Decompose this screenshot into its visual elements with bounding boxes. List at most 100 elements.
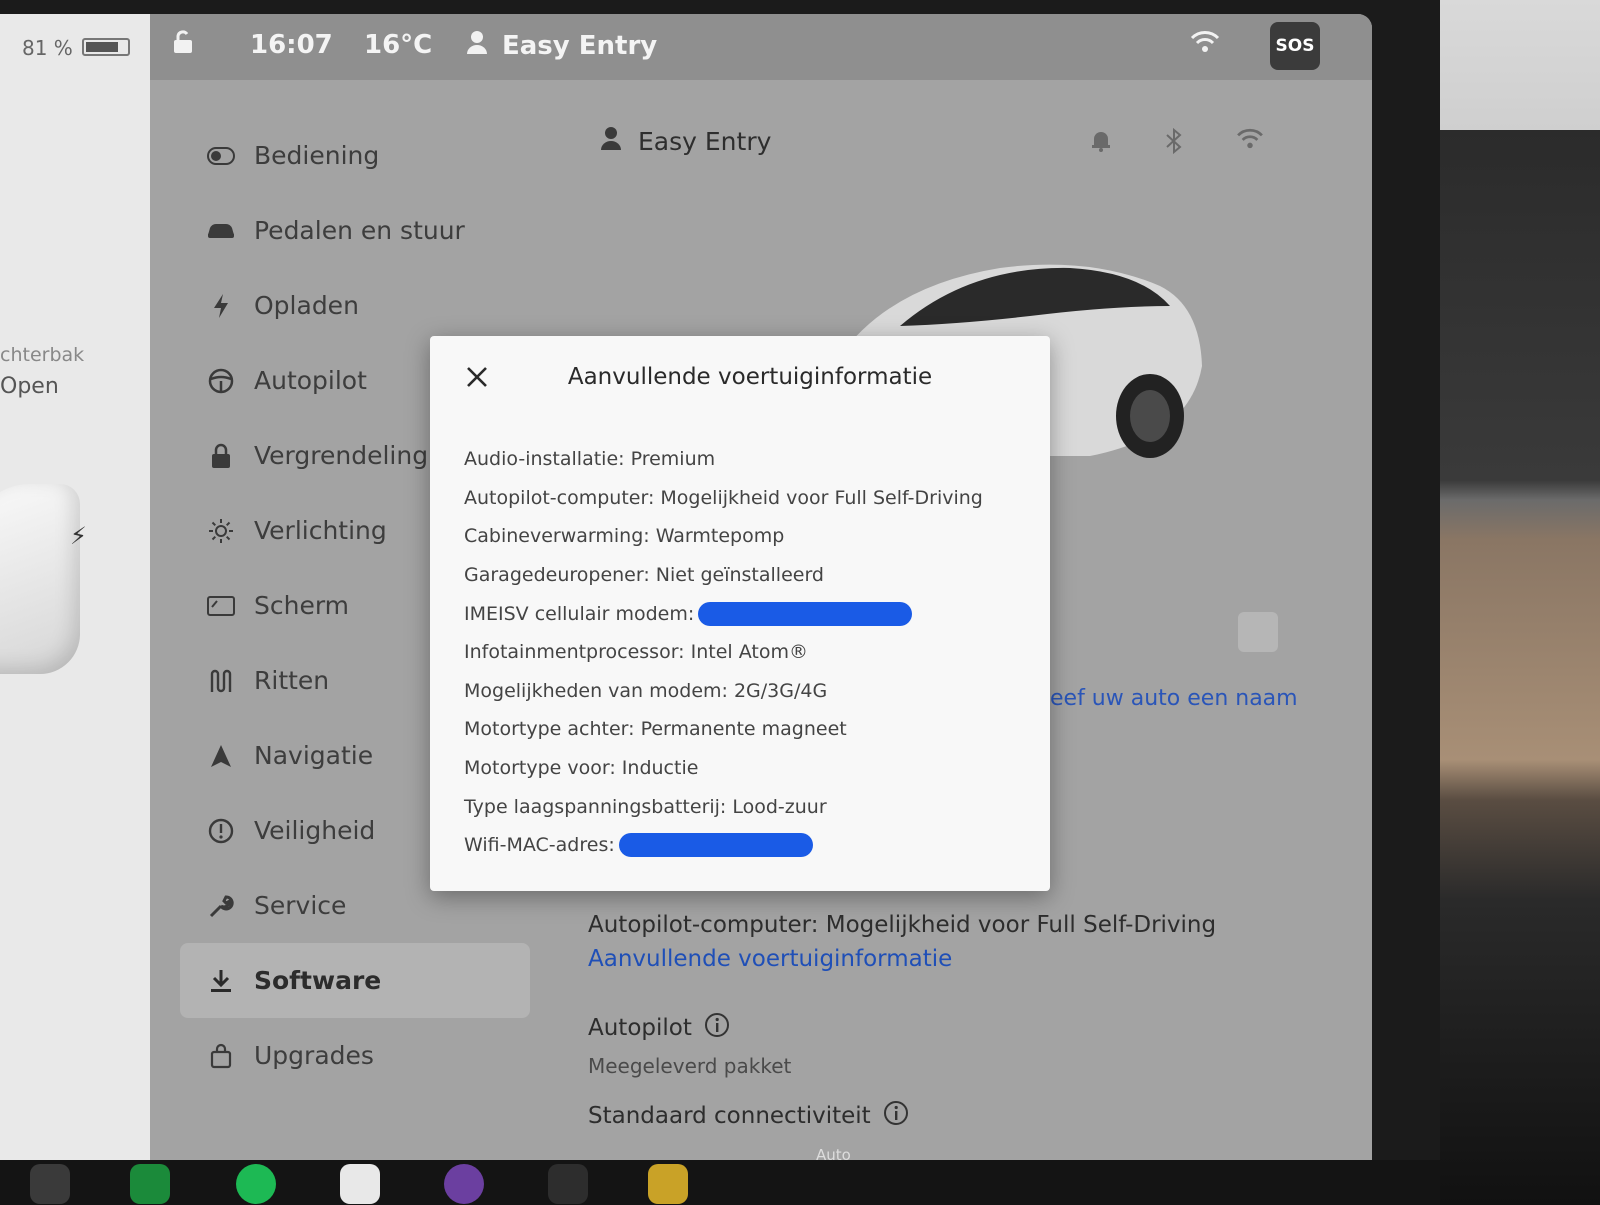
connectivity-title-text: Standaard connectiviteit — [588, 1103, 871, 1129]
vehicle-info-list: Audio-installatie: Premium Autopilot-comp… — [464, 440, 1030, 865]
sidebar-item-label: Vergrendeling — [254, 441, 429, 470]
trash-icon[interactable] — [1238, 612, 1278, 652]
software-details: Autopilot-computer: Mogelijkheid voor Fu… — [588, 912, 1216, 1132]
clock: 16:07 — [250, 30, 333, 60]
trips-icon — [204, 667, 238, 695]
navigation-arrow-icon — [204, 742, 238, 770]
sidebar-item-opladen[interactable]: Opladen — [180, 268, 530, 343]
camera-icon[interactable] — [548, 1164, 588, 1204]
info-icon[interactable] — [704, 1012, 730, 1044]
sidebar-item-label: Scherm — [254, 591, 350, 620]
vehicle-info-text: Motortype achter: Permanente magneet — [464, 718, 847, 741]
phone-app-icon[interactable] — [130, 1164, 170, 1204]
sidebar-item-label: Veiligheid — [254, 816, 376, 845]
sun-icon — [204, 517, 238, 545]
charging-bolt-icon: ⚡ — [70, 522, 87, 550]
sidebar-item-bediening[interactable]: Bediening — [180, 118, 530, 193]
unlocked-icon[interactable] — [172, 30, 194, 54]
vehicle-info-text: Audio-installatie: Premium — [464, 448, 716, 471]
vehicle-info-text: Mogelijkheden van modem: 2G/3G/4G — [464, 679, 828, 702]
vehicle-info-row: Motortype voor: Inductie — [464, 749, 1030, 788]
sidebar-item-label: Opladen — [254, 291, 359, 320]
name-your-car-link[interactable]: eef uw auto een naam — [1050, 686, 1298, 711]
wifi-icon[interactable] — [1236, 128, 1264, 158]
podcast-icon[interactable] — [444, 1164, 484, 1204]
sidebar-item-label: Ritten — [254, 666, 330, 695]
wrench-icon — [204, 892, 238, 920]
autopilot-computer-info: Autopilot-computer: Mogelijkheid voor Fu… — [588, 912, 1217, 938]
vehicle-info-text: Infotainmentprocessor: Intel Atom® — [464, 641, 808, 664]
app-dock: Auto — [0, 1146, 1440, 1205]
download-icon — [204, 967, 238, 995]
sidebar-item-label: Navigatie — [254, 741, 374, 770]
vehicle-info-text: Cabineverwarming: Warmtepomp — [464, 525, 785, 548]
redaction-mark — [698, 601, 913, 626]
calendar-icon[interactable] — [340, 1164, 380, 1204]
sidebar-item-label: Software — [254, 966, 382, 995]
sidebar-item-upgrades[interactable]: Upgrades — [180, 1018, 530, 1093]
dialog-title: Aanvullende voertuiginformatie — [567, 364, 933, 390]
sidebar-item-pedalen-en-stuur[interactable]: Pedalen en stuur — [180, 193, 530, 268]
spotify-icon[interactable] — [236, 1164, 276, 1204]
display-icon — [204, 592, 238, 620]
car-icon — [204, 217, 238, 245]
trunk-label: chterbak — [0, 344, 85, 366]
autopilot-section-title: Autopilot — [588, 1012, 1216, 1044]
status-bar: 16:07 16°C Easy Entry SOS — [150, 14, 1372, 80]
sidebar-item-label: Bediening — [254, 141, 380, 170]
vehicle-info-text: IMEISV cellulair modem: — [464, 602, 695, 625]
outside-temperature: 16°C — [364, 30, 433, 60]
bell-icon[interactable] — [1090, 128, 1112, 158]
connectivity-section-title: Standaard connectiviteit — [588, 1100, 1216, 1132]
vehicle-info-text: Type laagspanningsbatterij: Lood-zuur — [464, 795, 827, 818]
tesla-screen: 81 % chterbak Open ⚡ 16:07 16°C Easy Ent… — [0, 14, 1372, 1160]
vehicle-status-panel: 81 % chterbak Open ⚡ — [0, 14, 150, 1160]
autopilot-package: Meegeleverd pakket — [588, 1054, 792, 1078]
vehicle-info-row: Motortype achter: Permanente magneet — [464, 710, 1030, 749]
car-app-icon[interactable] — [30, 1164, 70, 1204]
lock-icon — [204, 442, 238, 470]
sidebar-item-software[interactable]: Software — [180, 943, 530, 1018]
more-vehicle-info-link[interactable]: Aanvullende voertuiginformatie — [588, 946, 1216, 972]
sidebar-item-label: Service — [254, 891, 347, 920]
vehicle-info-row: IMEISV cellulair modem: — [464, 594, 1030, 633]
trunk-open-button[interactable]: Open — [0, 374, 59, 399]
vehicle-info-row: Garagedeuropener: Niet geïnstalleerd — [464, 556, 1030, 595]
photo-background — [1440, 0, 1600, 1205]
vehicle-info-row: Cabineverwarming: Warmtepomp — [464, 517, 1030, 556]
vehicle-info-row: Wifi-MAC-adres: — [464, 826, 1030, 865]
shopping-bag-icon — [204, 1042, 238, 1070]
vehicle-info-row: Type laagspanningsbatterij: Lood-zuur — [464, 787, 1030, 826]
content-profile-header: Easy Entry — [600, 126, 771, 156]
vehicle-info-row: Infotainmentprocessor: Intel Atom® — [464, 633, 1030, 672]
vehicle-info-text: Garagedeuropener: Niet geïnstalleerd — [464, 564, 824, 587]
wifi-icon[interactable] — [1190, 30, 1220, 58]
auto-label: Auto — [816, 1146, 851, 1164]
info-icon[interactable] — [883, 1100, 909, 1132]
sidebar-item-label: Pedalen en stuur — [254, 216, 465, 245]
battery-level-fill — [86, 42, 119, 52]
sidebar-item-label: Verlichting — [254, 516, 387, 545]
vehicle-info-text: Autopilot-computer: Mogelijkheid voor Fu… — [464, 486, 983, 509]
vehicle-info-row: Mogelijkheden van modem: 2G/3G/4G — [464, 672, 1030, 711]
sos-button[interactable]: SOS — [1270, 22, 1320, 70]
redaction-mark — [618, 833, 813, 858]
profile-name: Easy Entry — [502, 30, 658, 61]
vehicle-info-text: Wifi-MAC-adres: — [464, 834, 615, 857]
sidebar-item-label: Upgrades — [254, 1041, 374, 1070]
vehicle-info-row: Autopilot-computer: Mogelijkheid voor Fu… — [464, 479, 1030, 518]
bolt-icon — [204, 292, 238, 320]
status-icons — [1090, 127, 1264, 158]
battery-percent: 81 % — [22, 36, 73, 60]
alert-circle-icon — [204, 817, 238, 845]
person-icon — [466, 30, 488, 61]
vehicle-info-row: Audio-installatie: Premium — [464, 440, 1030, 479]
toybox-icon[interactable] — [648, 1164, 688, 1204]
toggle-icon — [204, 142, 238, 170]
person-icon — [600, 126, 622, 156]
bluetooth-icon[interactable] — [1164, 127, 1184, 158]
driver-profile-button[interactable]: Easy Entry — [466, 30, 657, 61]
car-image-partial — [0, 484, 80, 674]
content-profile-name: Easy Entry — [638, 126, 772, 156]
steering-wheel-icon — [204, 367, 238, 395]
